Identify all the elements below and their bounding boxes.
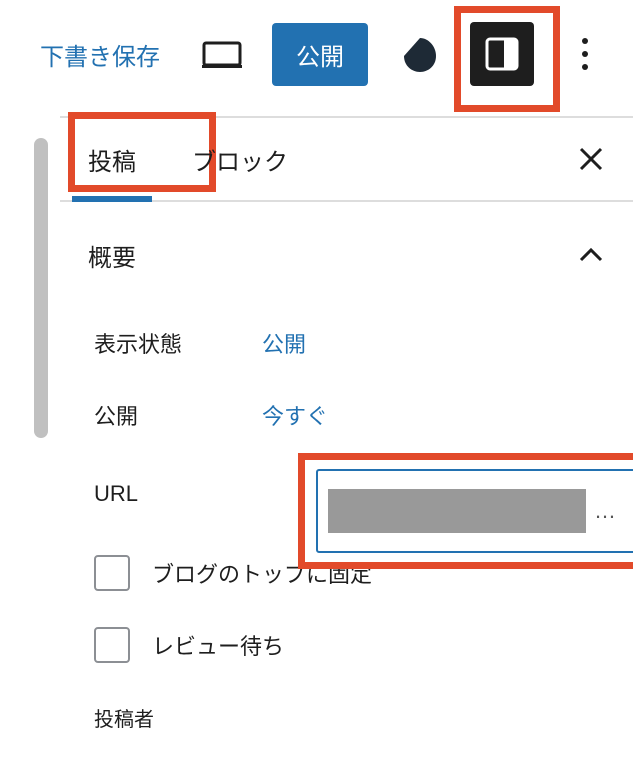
section-title: 概要	[88, 238, 577, 273]
more-options-button[interactable]	[574, 32, 596, 76]
publish-label: 公開	[94, 399, 262, 431]
url-label: URL	[94, 481, 262, 507]
summary-settings: 表示状態 公開 公開 今すぐ URL … ブログのトップに固定	[60, 297, 633, 732]
preview-icon[interactable]	[202, 40, 242, 68]
url-row: URL …	[60, 451, 633, 537]
jetpack-icon[interactable]	[398, 32, 442, 76]
sticky-label: ブログのトップに固定	[152, 557, 372, 589]
summary-section-header[interactable]: 概要	[60, 202, 633, 297]
visibility-row: 表示状態 公開	[60, 307, 633, 379]
checkbox-unchecked[interactable]	[94, 555, 130, 591]
pending-review-checkbox-row[interactable]: レビュー待ち	[60, 609, 633, 681]
visibility-value[interactable]: 公開	[262, 327, 306, 359]
author-label: 投稿者	[60, 681, 633, 732]
settings-tabs: 投稿 ブロック	[60, 118, 633, 202]
redacted-content	[328, 489, 586, 533]
checkbox-unchecked[interactable]	[94, 627, 130, 663]
tab-post[interactable]: 投稿	[60, 118, 164, 200]
publish-date-row: 公開 今すぐ	[60, 379, 633, 451]
scrollbar-thumb[interactable]	[34, 138, 48, 438]
pending-label: レビュー待ち	[152, 629, 284, 661]
sidebar-panel-icon	[484, 36, 520, 72]
close-icon	[578, 146, 604, 172]
publish-value[interactable]: 今すぐ	[262, 399, 328, 431]
settings-panel: 投稿 ブロック 概要 表示状態 公開 公開 今すぐ URL	[60, 116, 633, 732]
close-panel-button[interactable]	[573, 141, 609, 177]
publish-button[interactable]: 公開	[272, 23, 368, 86]
editor-toolbar: 下書き保存 公開	[0, 0, 633, 108]
tab-block[interactable]: ブロック	[164, 118, 316, 200]
url-input[interactable]: …	[316, 469, 633, 553]
chevron-up-icon	[577, 242, 605, 270]
save-draft-link[interactable]: 下書き保存	[40, 37, 160, 72]
visibility-label: 表示状態	[94, 327, 262, 359]
url-ellipsis: …	[594, 498, 616, 524]
settings-toggle-button[interactable]	[470, 22, 534, 86]
